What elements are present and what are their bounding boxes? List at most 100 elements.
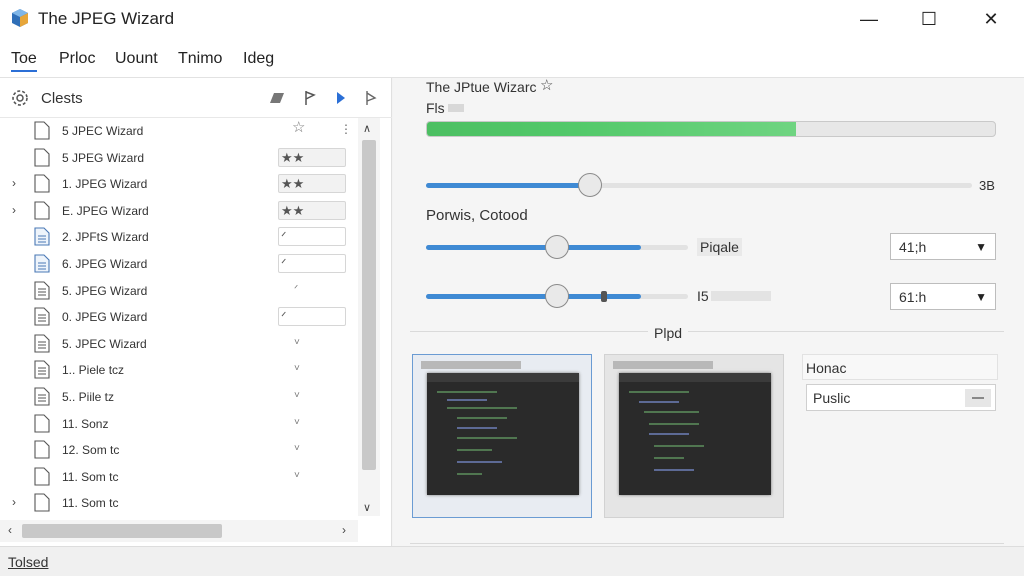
file-icon: [34, 121, 50, 140]
window-title: The JPEG Wizard: [38, 9, 175, 28]
minus-button[interactable]: [965, 389, 991, 407]
thumbnail-caption: [613, 361, 713, 369]
rating-field[interactable]: ˅: [278, 467, 346, 486]
list-item-name: 11. Sonz: [62, 416, 109, 431]
list-item[interactable]: 11. Som tc ˅: [0, 464, 358, 490]
rating-field[interactable]: ★★: [278, 174, 346, 194]
close-button[interactable]: ✕: [960, 0, 1022, 38]
vertical-scrollbar[interactable]: ∧ ∨: [358, 118, 380, 516]
doc-lines-icon: [34, 360, 50, 379]
slider-fill: [426, 183, 590, 188]
list-item[interactable]: 1.. Piele tcz ˅: [0, 357, 358, 383]
rating-field[interactable]: ˅: [278, 387, 346, 406]
chevron-right-icon[interactable]: ›: [12, 176, 16, 190]
hscroll-thumb[interactable]: [22, 524, 222, 538]
scroll-right-icon[interactable]: ›: [342, 523, 346, 537]
list-item-name: 5.. Piile tz: [62, 390, 115, 404]
rating-field[interactable]: ☆: [278, 119, 346, 138]
rating-field[interactable]: ᐟ: [278, 281, 346, 300]
gear-icon[interactable]: [9, 87, 31, 109]
file-list-title: Clests: [41, 90, 83, 107]
text-field[interactable]: Puslic: [806, 384, 996, 411]
slider-knob[interactable]: [578, 173, 602, 197]
slider-3-label: I5: [697, 288, 709, 304]
list-item[interactable]: › 11. Som tc: [0, 490, 358, 516]
scroll-left-icon[interactable]: ‹: [8, 523, 12, 537]
list-item[interactable]: 11. Sonz ˅: [0, 411, 358, 437]
horizontal-scrollbar[interactable]: ‹ ›: [0, 520, 358, 542]
rating-field[interactable]: ★★: [278, 200, 346, 220]
list-item[interactable]: 5. JPEG Wizard ᐟ: [0, 278, 358, 304]
slider-knob[interactable]: [545, 284, 569, 308]
list-item[interactable]: 12. Som tc ˅: [0, 437, 358, 463]
scroll-up-icon[interactable]: ∧: [363, 122, 371, 135]
slider-2[interactable]: [426, 235, 688, 259]
list-item[interactable]: 2. JPFtS Wizard ᐟ: [0, 224, 358, 250]
play-icon[interactable]: [331, 88, 351, 108]
status-text[interactable]: Tolsed: [8, 554, 48, 570]
menu-item-uount[interactable]: Uount: [115, 50, 158, 68]
stamp-icon[interactable]: [266, 88, 286, 108]
chevron-right-icon[interactable]: ›: [12, 203, 16, 217]
file-icon: [34, 414, 50, 433]
list-item-name: 12. Som tc: [62, 443, 120, 458]
list-item[interactable]: 5 JPEC Wizard ☆ ⋮: [0, 118, 358, 144]
rating-field[interactable]: ★★: [278, 147, 346, 167]
thumbnail-image: [427, 373, 579, 495]
settings-title: The JPtue Wizarc: [426, 79, 537, 95]
list-item[interactable]: 0. JPEG Wizard ᐟ: [0, 304, 358, 330]
field-label: Honac: [806, 360, 847, 376]
rating-field[interactable]: ˅: [278, 334, 346, 353]
section-divider: [410, 331, 1004, 332]
list-item[interactable]: 5.. Piile tz ˅: [0, 384, 358, 410]
slider-1[interactable]: [426, 173, 972, 197]
list-item[interactable]: › 1. JPEG Wizard ★★: [0, 171, 358, 197]
rating-field[interactable]: ˅: [278, 360, 346, 379]
thumbnail-caption: [421, 361, 521, 369]
list-item[interactable]: 5 JPEG Wizard ★★: [0, 145, 358, 171]
menu-item-ideg[interactable]: Ideg: [243, 50, 274, 68]
star-icon[interactable]: ☆: [540, 76, 553, 94]
title-bar: The JPEG Wizard — ☐ ✕: [0, 0, 1024, 38]
slider-knob[interactable]: [545, 235, 569, 259]
rating-field[interactable]: ˅: [278, 414, 346, 433]
app-logo-icon: [12, 9, 28, 27]
chevron-right-icon[interactable]: ›: [12, 495, 16, 509]
menu-item-prloc[interactable]: Prloc: [59, 50, 95, 68]
menu-item-tnimo[interactable]: Tnimo: [178, 50, 222, 68]
minimize-button[interactable]: —: [838, 0, 900, 38]
menu-item-toe[interactable]: Toe: [11, 50, 37, 72]
list-item[interactable]: 6. JPEG Wizard ᐟ: [0, 251, 358, 277]
file-icon: [34, 493, 50, 512]
rating-field[interactable]: ᐟ: [278, 254, 346, 273]
divider-label: Plpd: [648, 325, 689, 341]
scroll-thumb[interactable]: [362, 140, 376, 470]
maximize-button[interactable]: ☐: [898, 0, 960, 38]
list-item-name: 0. JPEG Wizard: [62, 310, 148, 325]
rating-field[interactable]: ˅: [278, 440, 346, 459]
slider-fill: [426, 294, 641, 299]
rating-field[interactable]: ᐟ: [278, 307, 346, 327]
list-item[interactable]: › E. JPEG Wizard ★★: [0, 198, 358, 224]
slider-3[interactable]: [426, 284, 688, 308]
file-icon: [34, 440, 50, 459]
thumbnail-1[interactable]: [412, 354, 592, 518]
flag-icon[interactable]: [300, 88, 320, 108]
slider-1-readout: 3B: [979, 178, 995, 193]
thumbnail-2[interactable]: [604, 354, 784, 518]
progress-fill: [427, 122, 797, 136]
menu-bar: Toe Prloc Uount Tnimo Ideg: [0, 38, 1024, 78]
list-item-name: 5 JPEC Wizard: [62, 124, 144, 138]
doc-lines-icon: [34, 387, 50, 406]
text-field-value: Puslic: [813, 390, 851, 406]
settings-panel: The JPtue Wizarc ☆ Fls 3B Porwis, Cotood…: [393, 76, 1024, 546]
pin-icon[interactable]: [360, 88, 380, 108]
caret-down-icon: ▼: [975, 290, 987, 304]
dropdown-3[interactable]: 61:h ▼: [890, 283, 996, 310]
more-icon[interactable]: ⋮: [340, 122, 352, 136]
list-item[interactable]: 5. JPEC Wizard ˅: [0, 331, 358, 357]
file-list: 5 JPEC Wizard ☆ ⋮ 5 JPEG Wizard ★★ › 1. JPEG W…: [0, 118, 358, 516]
scroll-down-icon[interactable]: ∨: [363, 501, 371, 514]
dropdown-2[interactable]: 41;h ▼: [890, 233, 996, 260]
rating-field[interactable]: ᐟ: [278, 227, 346, 247]
